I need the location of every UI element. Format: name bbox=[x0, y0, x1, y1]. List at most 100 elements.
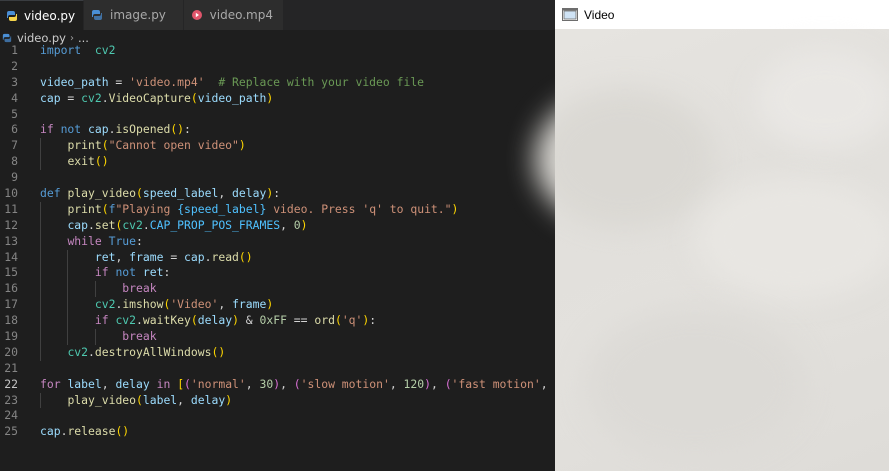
code-token: label bbox=[67, 376, 102, 391]
code-line[interactable]: 13 while True: bbox=[0, 233, 555, 250]
code-token: 'video.mp4' bbox=[129, 74, 205, 89]
code-token: cv2 bbox=[81, 90, 102, 105]
code-line[interactable]: 6 if not cap.isOpened(): bbox=[0, 122, 555, 138]
code-line[interactable]: 18 if cv2.waitKey(delay) & 0xFF == ord('… bbox=[0, 313, 555, 330]
cloud-shade bbox=[585, 309, 805, 459]
code-text: exit() bbox=[40, 154, 108, 170]
code-token: imshow bbox=[122, 297, 164, 312]
code-editor[interactable]: video.py × image.py video.mp4 video.py ›… bbox=[0, 0, 555, 471]
line-number: 22 bbox=[4, 376, 18, 391]
code-token: () bbox=[238, 249, 253, 264]
code-text: play_video(label, delay) bbox=[40, 393, 232, 409]
code-line[interactable]: 2 bbox=[0, 59, 555, 75]
video-frame bbox=[535, 29, 889, 471]
line-number: 3 bbox=[11, 74, 18, 89]
code-token: , bbox=[177, 392, 191, 407]
code-line[interactable]: 14 ret, frame = cap.read() bbox=[0, 249, 555, 266]
line-number: 10 bbox=[4, 186, 18, 201]
code-line[interactable]: 11 print(f"Playing {speed_label} video. … bbox=[0, 201, 555, 218]
code-token: () bbox=[170, 122, 185, 137]
code-line[interactable]: 22 for label, delay in [('normal', 30), (… bbox=[0, 377, 555, 393]
code-token: frame bbox=[129, 249, 164, 264]
tab-video-mp4[interactable]: video.mp4 bbox=[184, 0, 284, 30]
code-text: import cv2 bbox=[40, 43, 115, 59]
code-line[interactable]: 23 play_video(label, delay) bbox=[0, 392, 555, 409]
code-line[interactable]: 24 bbox=[0, 408, 555, 424]
code-line[interactable]: 12 cap.set(cv2.CAP_PROP_POS_FRAMES, 0) bbox=[0, 217, 555, 234]
code-token: , bbox=[430, 376, 445, 391]
code-text: if not cap.isOpened(): bbox=[40, 122, 191, 138]
video-window[interactable]: Video bbox=[535, 0, 889, 471]
code-text: video_path = 'video.mp4' # Replace with … bbox=[40, 75, 424, 91]
cloud-shade bbox=[535, 89, 715, 229]
code-line[interactable]: 17 cv2.imshow('Video', frame) bbox=[0, 297, 555, 314]
code-line[interactable]: 21 bbox=[0, 361, 555, 377]
line-number: 25 bbox=[4, 424, 18, 439]
line-number: 9 bbox=[11, 170, 18, 185]
code-text: print(f"Playing {speed_label} video. Pre… bbox=[40, 202, 458, 218]
code-text: break bbox=[40, 281, 157, 297]
code-token: if bbox=[94, 265, 109, 280]
line-number: 2 bbox=[11, 58, 18, 73]
code-text: print("Cannot open video") bbox=[40, 138, 245, 154]
code-token: . bbox=[88, 217, 95, 232]
code-token: cap bbox=[67, 217, 89, 232]
video-window-title: Video bbox=[584, 7, 615, 22]
line-number: 24 bbox=[4, 408, 18, 423]
code-token: break bbox=[122, 281, 157, 296]
line-number: 6 bbox=[11, 122, 18, 137]
code-line[interactable]: 1 import cv2 bbox=[0, 43, 555, 59]
code-token: , bbox=[101, 376, 116, 391]
line-number: 12 bbox=[4, 217, 18, 232]
code-line[interactable]: 19 break bbox=[0, 329, 555, 345]
code-token: == bbox=[286, 313, 315, 328]
window-icon bbox=[562, 8, 578, 21]
code-token: "Cannot open video" bbox=[108, 138, 239, 153]
code-token: delay bbox=[115, 376, 150, 391]
code-token: , bbox=[389, 376, 404, 391]
code-text: break bbox=[40, 329, 156, 345]
code-line[interactable]: 20 cv2.destroyAllWindows() bbox=[0, 344, 555, 361]
code-line[interactable]: 7 print("Cannot open video") bbox=[0, 138, 555, 155]
code-lines[interactable]: 1 import cv2 2 3 video_path = 'video.mp4' # … bbox=[0, 43, 555, 440]
code-token: cv2 bbox=[115, 313, 137, 328]
code-line[interactable]: 8 exit() bbox=[0, 154, 555, 171]
code-token: ( bbox=[334, 313, 342, 328]
code-line[interactable]: 16 break bbox=[0, 281, 555, 298]
code-line[interactable]: 15 if not ret: bbox=[0, 265, 555, 282]
line-number: 18 bbox=[4, 313, 18, 328]
code-token: def bbox=[40, 186, 61, 201]
python-icon bbox=[90, 8, 104, 22]
code-line[interactable]: 25 cap.release() bbox=[0, 424, 555, 440]
code-token: cap bbox=[88, 122, 109, 137]
tab-label: video.py bbox=[24, 8, 76, 23]
code-token: play_video bbox=[67, 186, 137, 201]
line-number: 4 bbox=[11, 90, 18, 105]
editor-tab-bar: video.py × image.py video.mp4 bbox=[0, 0, 555, 30]
code-text: if cv2.waitKey(delay) & 0xFF == ord('q')… bbox=[40, 313, 376, 329]
python-icon bbox=[6, 9, 18, 23]
tab-video-py[interactable]: video.py × bbox=[0, 0, 100, 30]
code-line[interactable]: 5 bbox=[0, 107, 555, 123]
code-token: ) bbox=[266, 90, 274, 105]
code-token: ( bbox=[136, 392, 143, 407]
code-token: cv2 bbox=[94, 297, 116, 312]
code-token: ret bbox=[94, 249, 116, 264]
code-token: speed_label bbox=[142, 186, 219, 201]
code-token: , bbox=[280, 376, 294, 391]
code-line[interactable]: 4 cap = cv2.VideoCapture(video_path) bbox=[0, 91, 555, 107]
code-line[interactable]: 9 bbox=[0, 170, 555, 186]
tab-image-py[interactable]: image.py bbox=[84, 0, 184, 30]
code-token: video. Press 'q' to quit." bbox=[266, 201, 452, 216]
code-line[interactable]: 10 def play_video(speed_label, delay): bbox=[0, 186, 555, 202]
video-window-titlebar[interactable]: Video bbox=[555, 0, 889, 29]
code-line[interactable]: 3 video_path = 'video.mp4' # Replace with… bbox=[0, 75, 555, 91]
code-token: ( bbox=[101, 201, 109, 216]
